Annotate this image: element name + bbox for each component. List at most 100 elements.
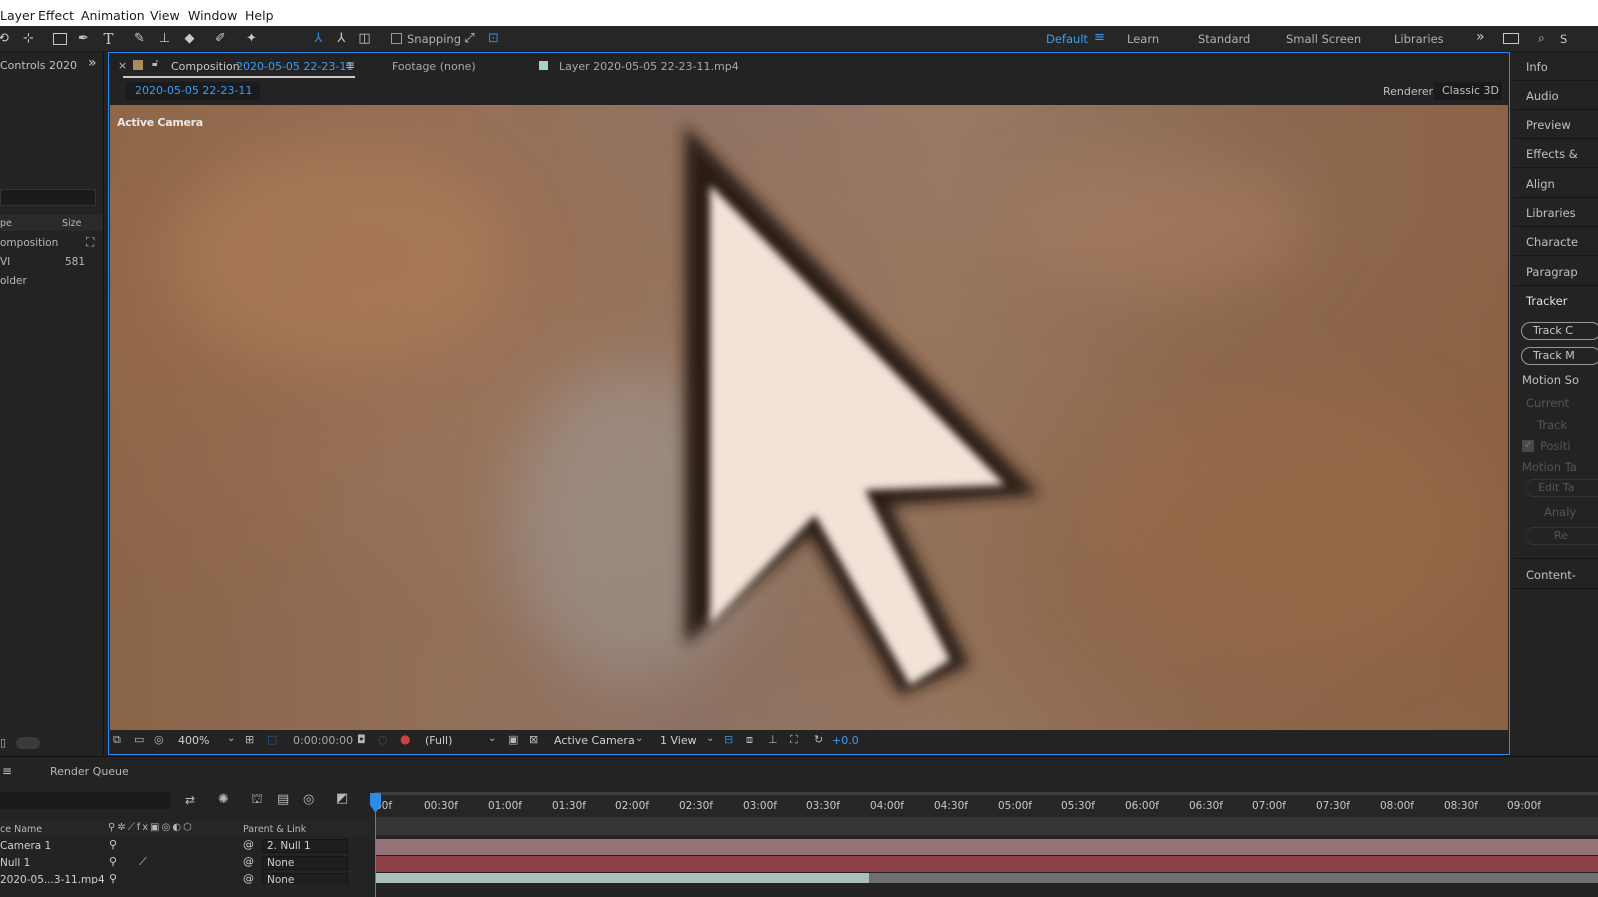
- draft-3d-icon[interactable]: ✺: [218, 792, 229, 807]
- eraser-tool-icon[interactable]: ◆: [181, 30, 198, 47]
- pick-whip-icon[interactable]: @: [243, 872, 254, 884]
- workspace-layout-icon[interactable]: [1503, 33, 1519, 44]
- menu-help[interactable]: Help: [245, 8, 274, 23]
- snap-feature-icon[interactable]: ⊡: [485, 30, 502, 47]
- composition-tab-name[interactable]: 2020-05-05 22-23-11: [236, 60, 353, 73]
- layer-name[interactable]: Camera 1: [0, 840, 51, 852]
- shy-icon[interactable]: ⚲: [109, 838, 117, 851]
- tab-menu-icon[interactable]: ≡: [345, 58, 355, 72]
- workspace-learn[interactable]: Learn: [1127, 32, 1159, 46]
- preview-panel-tab[interactable]: Preview: [1526, 118, 1571, 132]
- workspace-small-screen[interactable]: Small Screen: [1286, 32, 1361, 46]
- camera-layer-bar[interactable]: [375, 839, 1598, 855]
- panel-menu-icon[interactable]: ≡: [2, 764, 12, 778]
- view-axis-icon[interactable]: ◫: [356, 30, 373, 47]
- workspace-libraries[interactable]: Libraries: [1394, 32, 1444, 46]
- reset-exposure-icon[interactable]: ↻: [814, 733, 823, 746]
- render-queue-tab[interactable]: Render Queue: [50, 765, 129, 778]
- layer-name[interactable]: Null 1: [0, 857, 30, 869]
- shy-layers-icon[interactable]: ⛫: [251, 792, 263, 809]
- always-preview-icon[interactable]: ⧉: [113, 733, 121, 747]
- rectangle-tool-icon[interactable]: [51, 30, 68, 47]
- edit-target-button[interactable]: Edit Ta: [1525, 479, 1598, 497]
- composition-viewport[interactable]: Active Camera: [110, 105, 1508, 730]
- puppet-pin-tool-icon[interactable]: ✦: [243, 30, 260, 47]
- info-panel-tab[interactable]: Info: [1526, 60, 1548, 74]
- menu-view[interactable]: View: [150, 8, 180, 23]
- workspace-menu-icon[interactable]: ≡: [1094, 30, 1105, 45]
- snap-option-icon[interactable]: ⤢: [461, 30, 478, 47]
- bit-depth-toggle[interactable]: [16, 737, 40, 749]
- workspace-standard[interactable]: Standard: [1198, 32, 1250, 46]
- type-tool-icon[interactable]: T: [100, 30, 117, 48]
- timeline-icon[interactable]: ⊥: [768, 733, 778, 746]
- camera-dropdown[interactable]: Active Camera: [554, 734, 635, 747]
- project-item[interactable]: VI 581: [0, 254, 103, 271]
- show-snapshot-icon[interactable]: ◌: [378, 733, 388, 746]
- tracker-panel-tab[interactable]: Tracker: [1526, 294, 1568, 308]
- transparency-grid-icon[interactable]: ⊠: [529, 733, 538, 746]
- footage-layer-bar[interactable]: [375, 873, 869, 883]
- column-type[interactable]: pe: [0, 218, 12, 229]
- display-icon[interactable]: ▭: [134, 733, 144, 746]
- project-item[interactable]: older: [0, 273, 103, 290]
- fast-previews-icon[interactable]: ▣: [508, 733, 518, 746]
- lock-icon[interactable]: 🔓︎: [152, 58, 158, 69]
- libraries-panel-tab[interactable]: Libraries: [1526, 206, 1576, 220]
- pen-tool-icon[interactable]: ✒: [75, 30, 92, 47]
- graph-editor-icon[interactable]: ◩: [336, 791, 348, 806]
- audio-panel-tab[interactable]: Audio: [1526, 89, 1559, 103]
- flowchart-icon[interactable]: ⛶: [86, 235, 94, 250]
- track-camera-button[interactable]: Track C: [1521, 322, 1598, 340]
- menu-effect[interactable]: Effect: [38, 8, 74, 23]
- layer-search-input[interactable]: [0, 792, 170, 809]
- mask-visibility-icon[interactable]: ◎: [154, 733, 164, 746]
- brush-tool-icon[interactable]: ✎: [131, 30, 148, 47]
- align-panel-tab[interactable]: Align: [1526, 177, 1555, 191]
- menu-animation[interactable]: Animation: [81, 8, 145, 23]
- chevron-down-icon[interactable]: ⌄: [635, 733, 643, 744]
- orbit-tool-icon[interactable]: ⟲: [0, 30, 12, 47]
- snapping-checkbox[interactable]: [391, 33, 402, 44]
- effect-controls-tab[interactable]: Controls 2020: [0, 59, 77, 72]
- world-axis-icon[interactable]: ⅄: [333, 30, 350, 47]
- project-item[interactable]: omposition ⛶: [0, 235, 103, 252]
- renderer-dropdown[interactable]: Classic 3D: [1434, 82, 1502, 100]
- character-panel-tab[interactable]: Characte: [1526, 235, 1578, 249]
- layer-row[interactable]: 2020-05...3-11.mp4 ⚲ @ None: [0, 872, 372, 884]
- flowchart-icon[interactable]: ⛶: [790, 733, 798, 747]
- clone-stamp-tool-icon[interactable]: ⊥: [156, 30, 173, 47]
- pan-behind-tool-icon[interactable]: ⊹: [20, 30, 37, 47]
- parent-link-column[interactable]: Parent & Link: [243, 824, 306, 835]
- current-time[interactable]: 0:00:00:00: [293, 734, 353, 747]
- motion-blur-icon[interactable]: ◎: [303, 792, 314, 807]
- project-search-input[interactable]: [0, 189, 96, 206]
- trash-icon[interactable]: ▯: [0, 736, 6, 749]
- view-layout-dropdown[interactable]: 1 View: [660, 734, 697, 747]
- paragraph-panel-tab[interactable]: Paragrap: [1526, 265, 1578, 279]
- parent-dropdown[interactable]: None: [262, 873, 348, 884]
- draft-3d-icon[interactable]: ⧈: [746, 733, 753, 747]
- source-name-column[interactable]: ce Name: [0, 824, 42, 835]
- layer-name[interactable]: 2020-05...3-11.mp4: [0, 874, 105, 884]
- parent-dropdown[interactable]: 2. Null 1: [262, 839, 348, 853]
- shy-icon[interactable]: ⚲: [109, 855, 117, 868]
- footage-tab[interactable]: Footage (none): [392, 60, 476, 73]
- column-size[interactable]: Size: [62, 218, 82, 229]
- reset-button[interactable]: Re: [1525, 527, 1598, 545]
- roto-brush-tool-icon[interactable]: ✐: [212, 30, 229, 47]
- exposure-value[interactable]: +0.0: [832, 734, 859, 747]
- chevron-down-icon[interactable]: ⌄: [227, 733, 235, 744]
- layer-row[interactable]: Null 1 ⚲ ⟋ @ None: [0, 855, 372, 872]
- region-of-interest-icon[interactable]: ⬚: [267, 733, 277, 746]
- quality-icon[interactable]: ⟋: [139, 855, 147, 869]
- chevron-down-icon[interactable]: ⌄: [706, 733, 714, 744]
- parent-dropdown[interactable]: None: [262, 856, 348, 870]
- work-area-bar[interactable]: [375, 817, 1598, 835]
- search-icon[interactable]: ⌕: [1538, 31, 1545, 46]
- effects-presets-panel-tab[interactable]: Effects &: [1526, 147, 1578, 161]
- breadcrumb-composition[interactable]: 2020-05-05 22-23-11: [126, 82, 260, 100]
- workspace-overflow-icon[interactable]: »: [1476, 29, 1485, 45]
- comp-mini-flowchart-icon[interactable]: ⇄: [185, 793, 195, 807]
- menu-layer[interactable]: Layer: [0, 8, 35, 23]
